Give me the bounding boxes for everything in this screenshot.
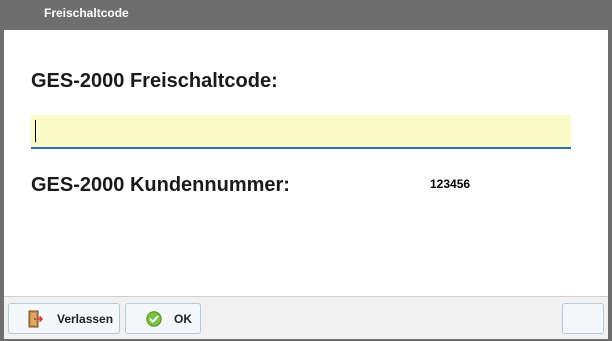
exit-door-icon [27, 310, 44, 328]
ok-button-label: OK [174, 311, 192, 326]
unlock-code-label: GES-2000 Freischaltcode: [31, 70, 278, 92]
ok-button[interactable]: OK [125, 303, 201, 334]
exit-button-label: Verlassen [57, 311, 114, 326]
unlock-code-input[interactable] [31, 115, 571, 149]
dialog-content: GES-2000 Freischaltcode: GES-2000 Kunden… [4, 30, 608, 296]
title-bar: Freischaltcode [0, 0, 612, 30]
dialog-window: Freischaltcode GES-2000 Freischaltcode: … [0, 0, 612, 341]
button-bar: Verlassen OK [4, 296, 608, 339]
empty-button[interactable] [562, 303, 604, 334]
checkmark-icon [146, 310, 162, 327]
customer-number-label: GES-2000 Kundennummer: [31, 174, 290, 196]
customer-number-value: 123456 [430, 177, 471, 191]
window-title: Freischaltcode [44, 6, 129, 20]
text-caret [35, 120, 36, 142]
exit-button[interactable]: Verlassen [8, 303, 120, 334]
